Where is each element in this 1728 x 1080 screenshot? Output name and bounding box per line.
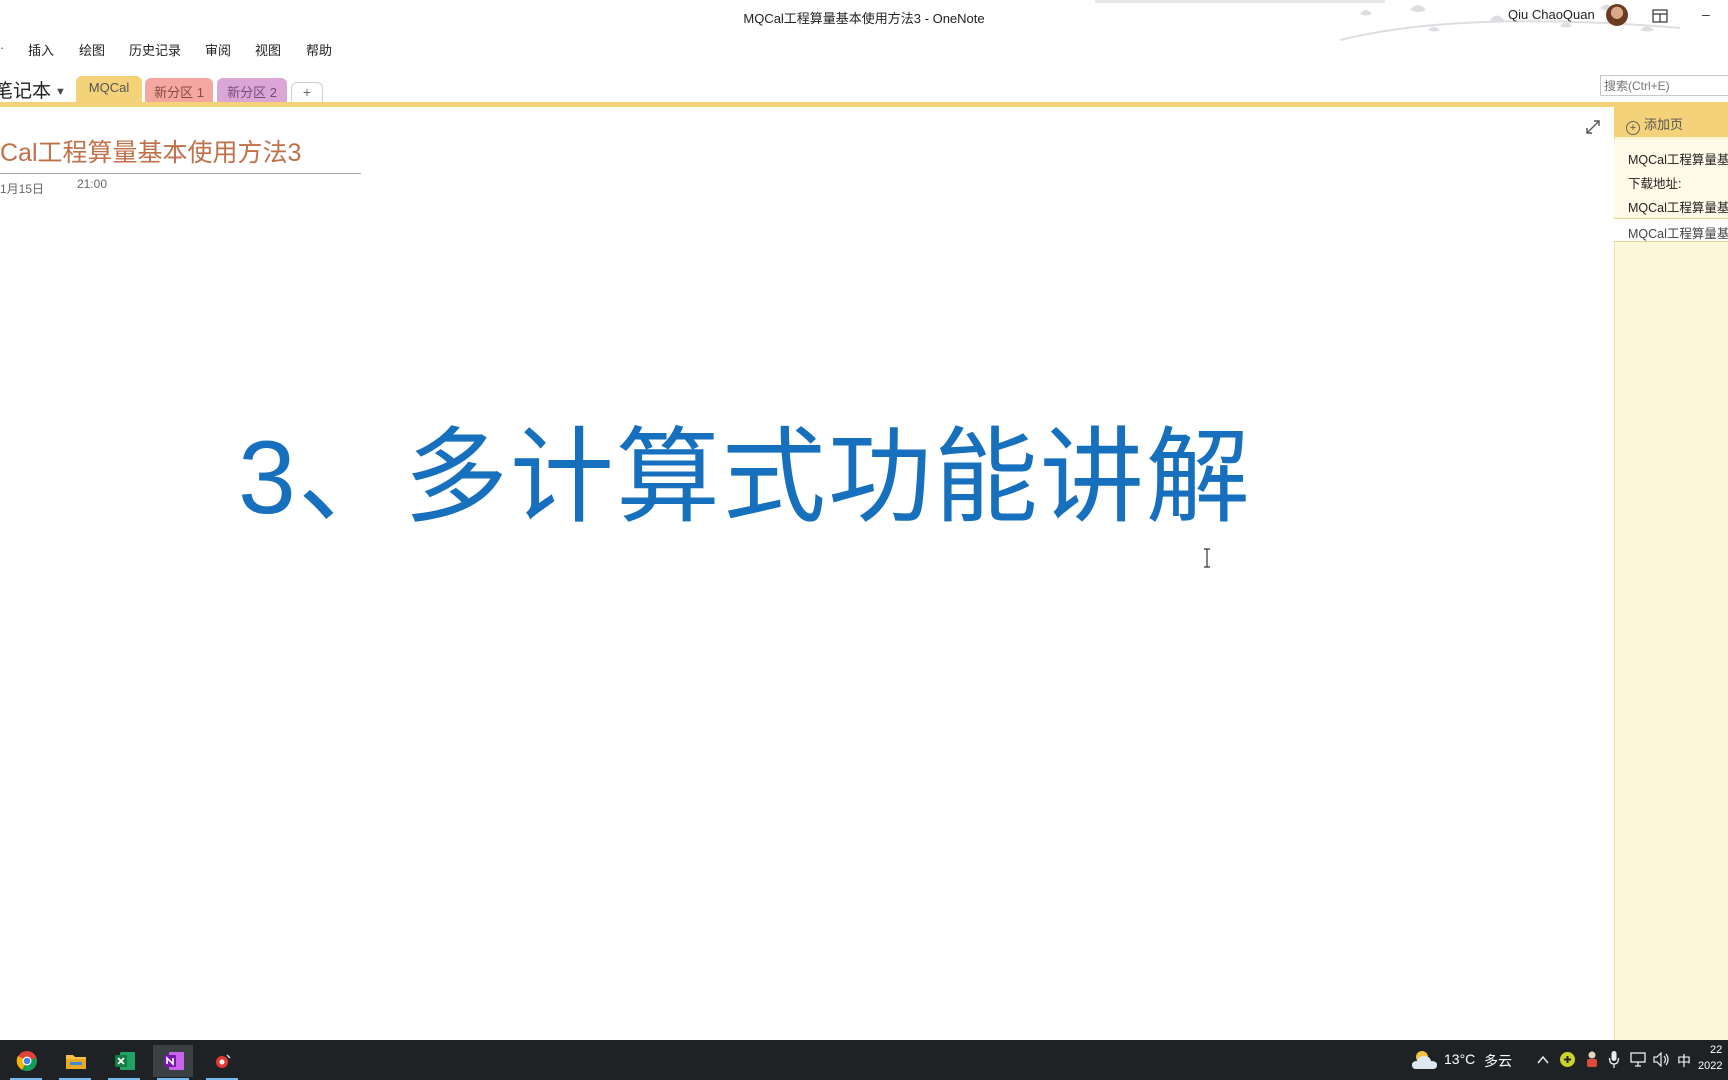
taskbar-onenote[interactable] — [153, 1045, 193, 1080]
taskbar-excel[interactable] — [104, 1045, 144, 1080]
page-title[interactable]: Cal工程算量基本使用方法3 — [0, 133, 301, 169]
menu-help[interactable]: 帮助 — [306, 40, 332, 59]
tab-section-new-2[interactable]: 新分区 2 — [217, 78, 287, 104]
chrome-icon — [16, 1051, 37, 1072]
taskbar: 13°C 多云 中 22 2022 — [0, 1040, 1728, 1080]
chevron-up-icon[interactable] — [1536, 1053, 1550, 1067]
notebook-selector[interactable]: 笔记本 ▼ — [0, 76, 66, 103]
chevron-down-icon: ▼ — [55, 85, 66, 98]
title-bar: MQCal工程算量基本使用方法3 - OneNote Qiu ChaoQuan … — [0, 0, 1728, 41]
page-list-item[interactable]: MQCal工程算量基本使用方法 — [1628, 149, 1728, 168]
tab-section-new-1[interactable]: 新分区 1 — [145, 78, 213, 104]
clock-date: 2022 — [1698, 1060, 1723, 1072]
add-page-button[interactable]: + 添加页 — [1614, 107, 1728, 137]
microphone-icon[interactable] — [1608, 1050, 1620, 1069]
volume-icon[interactable] — [1653, 1052, 1671, 1067]
menu-draw[interactable]: 绘图 — [79, 40, 105, 59]
tray-app-yellow-icon[interactable] — [1559, 1051, 1576, 1068]
add-circle-icon: + — [1626, 121, 1640, 135]
weather-cloudy-icon[interactable] — [1410, 1048, 1440, 1072]
page-time: 21:00 — [77, 177, 108, 191]
menu-view[interactable]: 视图 — [255, 40, 281, 59]
section-color-bar — [0, 102, 1728, 107]
add-page-label: 添加页 — [1644, 117, 1684, 132]
taskbar-recorder[interactable] — [202, 1045, 242, 1080]
network-icon[interactable] — [1630, 1052, 1648, 1067]
text-cursor-icon — [1204, 548, 1210, 568]
menu-history[interactable]: 历史记录 — [129, 40, 181, 59]
menu-overflow-dot: · — [0, 40, 5, 55]
user-name[interactable]: Qiu ChaoQuan — [1508, 7, 1595, 22]
folder-icon — [66, 1055, 86, 1069]
page-list-item-active[interactable]: MQCal工程算量基本使用方法3 — [1614, 218, 1728, 242]
expand-fullpage-icon[interactable] — [1584, 118, 1602, 136]
search-input[interactable] — [1600, 75, 1728, 96]
page-list-item[interactable]: 下载地址: — [1628, 173, 1728, 192]
weather-description[interactable]: 多云 — [1484, 1051, 1512, 1071]
clock-time: 22 — [1710, 1044, 1723, 1056]
tray-app-figure-icon[interactable] — [1584, 1050, 1600, 1069]
taskbar-file-explorer[interactable] — [55, 1045, 95, 1080]
page-headline[interactable]: 3、多计算式功能讲解 — [238, 392, 1252, 543]
title-divider — [0, 173, 361, 174]
menu-bar: · 插入 绘图 历史记录 审阅 视图 帮助 — [0, 34, 1728, 62]
excel-icon — [115, 1052, 135, 1070]
taskbar-chrome[interactable] — [6, 1045, 46, 1080]
add-section-button[interactable]: + — [291, 82, 323, 104]
user-avatar[interactable] — [1606, 4, 1628, 26]
notebook-name: 笔记本 — [0, 81, 52, 102]
ribbon-display-options-icon[interactable] — [1652, 9, 1668, 23]
page-list-pane — [1614, 107, 1728, 1040]
tab-section-mqcal[interactable]: MQCal — [76, 76, 142, 104]
onenote-icon — [164, 1052, 184, 1070]
menu-insert[interactable]: 插入 — [28, 40, 54, 59]
menu-review[interactable]: 审阅 — [205, 40, 231, 59]
page-date: 1月15日 — [0, 182, 45, 196]
weather-temperature[interactable]: 13°C — [1444, 1051, 1475, 1067]
ime-indicator[interactable]: 中 — [1677, 1051, 1691, 1071]
minimize-button[interactable]: – — [1702, 6, 1710, 22]
system-clock[interactable]: 22 2022 — [1698, 1042, 1722, 1074]
screen-recorder-icon — [216, 1054, 231, 1068]
page-list-item[interactable]: MQCal工程算量基本使用方法2 — [1628, 197, 1728, 216]
